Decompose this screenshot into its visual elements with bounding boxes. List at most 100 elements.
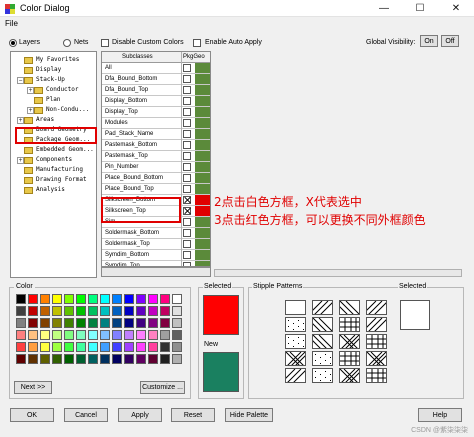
- stipple-pattern-grid[interactable]: [285, 300, 395, 384]
- palette-color-cell[interactable]: [148, 354, 158, 364]
- tree-item[interactable]: Manufacturing: [11, 165, 96, 175]
- palette-color-cell[interactable]: [136, 354, 146, 364]
- palette-color-cell[interactable]: [76, 342, 86, 352]
- tree-item[interactable]: − Stack-Up: [11, 75, 96, 85]
- stipple-pattern-swatch[interactable]: [366, 317, 387, 332]
- stipple-pattern-swatch[interactable]: [339, 368, 360, 383]
- palette-color-cell[interactable]: [100, 318, 110, 328]
- palette-color-cell[interactable]: [124, 294, 134, 304]
- layers-radio[interactable]: [9, 39, 17, 47]
- palette-color-cell[interactable]: [28, 330, 38, 340]
- subclass-visibility-checkbox[interactable]: [183, 185, 191, 193]
- palette-color-cell[interactable]: [16, 342, 26, 352]
- stipple-pattern-swatch[interactable]: [366, 351, 387, 366]
- palette-color-cell[interactable]: [160, 294, 170, 304]
- stipple-pattern-swatch[interactable]: [339, 334, 360, 349]
- tree-item[interactable]: + Components: [11, 155, 96, 165]
- subclass-color-swatch[interactable]: [195, 206, 210, 216]
- palette-color-cell[interactable]: [16, 354, 26, 364]
- expand-icon[interactable]: +: [17, 157, 24, 164]
- palette-color-cell[interactable]: [64, 318, 74, 328]
- palette-color-cell[interactable]: [172, 294, 182, 304]
- palette-color-cell[interactable]: [76, 354, 86, 364]
- palette-color-cell[interactable]: [64, 306, 74, 316]
- subclass-color-swatch[interactable]: [195, 129, 210, 139]
- palette-color-cell[interactable]: [136, 318, 146, 328]
- expand-icon[interactable]: +: [17, 117, 24, 124]
- subclass-visibility-checkbox[interactable]: [183, 64, 191, 72]
- palette-color-cell[interactable]: [112, 342, 122, 352]
- stipple-pattern-swatch[interactable]: [285, 368, 306, 383]
- subclass-visibility-checkbox[interactable]: [183, 196, 191, 204]
- palette-color-cell[interactable]: [16, 330, 26, 340]
- palette-color-cell[interactable]: [100, 306, 110, 316]
- stipple-pattern-swatch[interactable]: [285, 334, 306, 349]
- palette-color-cell[interactable]: [40, 342, 50, 352]
- subclass-visibility-checkbox[interactable]: [183, 75, 191, 83]
- subclass-color-swatch[interactable]: [195, 96, 210, 106]
- color-palette[interactable]: [16, 294, 185, 370]
- maximize-button[interactable]: ☐: [402, 0, 438, 17]
- stipple-pattern-swatch[interactable]: [366, 368, 387, 383]
- subclass-color-swatch[interactable]: [195, 162, 210, 172]
- subclass-visibility-checkbox[interactable]: [183, 152, 191, 160]
- subclass-color-swatch[interactable]: [195, 217, 210, 227]
- palette-color-cell[interactable]: [100, 294, 110, 304]
- stipple-pattern-swatch[interactable]: [339, 300, 360, 315]
- palette-color-cell[interactable]: [52, 318, 62, 328]
- subclass-visibility-checkbox[interactable]: [183, 130, 191, 138]
- tree-item[interactable]: Display: [11, 65, 96, 75]
- palette-color-cell[interactable]: [76, 330, 86, 340]
- subclass-visibility-checkbox[interactable]: [183, 163, 191, 171]
- palette-color-cell[interactable]: [160, 354, 170, 364]
- stipple-pattern-swatch[interactable]: [312, 351, 333, 366]
- palette-color-cell[interactable]: [40, 318, 50, 328]
- subclass-visibility-checkbox[interactable]: [183, 97, 191, 105]
- palette-color-cell[interactable]: [148, 318, 158, 328]
- tree-item[interactable]: + Areas: [11, 115, 96, 125]
- subclass-color-swatch[interactable]: [195, 118, 210, 128]
- palette-color-cell[interactable]: [112, 354, 122, 364]
- subclass-color-swatch[interactable]: [195, 85, 210, 95]
- subclass-color-swatch[interactable]: [195, 173, 210, 183]
- palette-color-cell[interactable]: [40, 354, 50, 364]
- subclass-color-swatch[interactable]: [195, 63, 210, 73]
- palette-color-cell[interactable]: [16, 294, 26, 304]
- stipple-pattern-swatch[interactable]: [285, 317, 306, 332]
- palette-color-cell[interactable]: [124, 354, 134, 364]
- palette-color-cell[interactable]: [148, 342, 158, 352]
- subclass-visibility-checkbox[interactable]: [183, 86, 191, 94]
- subclass-color-swatch[interactable]: [195, 239, 210, 249]
- palette-color-cell[interactable]: [64, 330, 74, 340]
- next-button[interactable]: Next >>: [14, 381, 52, 394]
- palette-color-cell[interactable]: [52, 330, 62, 340]
- tree-item[interactable]: + Conductor: [11, 85, 96, 95]
- layer-tree[interactable]: My Favorites Display − Stack-Up + Conductor Pl…: [10, 51, 97, 278]
- palette-color-cell[interactable]: [88, 354, 98, 364]
- subclass-color-swatch[interactable]: [195, 228, 210, 238]
- palette-color-cell[interactable]: [28, 306, 38, 316]
- hide-palette-button[interactable]: Hide Palette: [225, 408, 273, 422]
- subclass-color-swatch[interactable]: [195, 250, 210, 260]
- subclass-visibility-checkbox[interactable]: [183, 174, 191, 182]
- palette-color-cell[interactable]: [148, 294, 158, 304]
- stipple-pattern-swatch[interactable]: [366, 334, 387, 349]
- palette-color-cell[interactable]: [64, 294, 74, 304]
- stipple-pattern-swatch[interactable]: [312, 317, 333, 332]
- close-button[interactable]: ✕: [438, 0, 474, 17]
- palette-color-cell[interactable]: [136, 342, 146, 352]
- palette-color-cell[interactable]: [28, 318, 38, 328]
- palette-color-cell[interactable]: [88, 306, 98, 316]
- palette-color-cell[interactable]: [124, 330, 134, 340]
- subclass-color-swatch[interactable]: [195, 151, 210, 161]
- palette-color-cell[interactable]: [172, 318, 182, 328]
- enable-auto-apply-checkbox[interactable]: [193, 39, 201, 47]
- global-on-button[interactable]: On: [420, 35, 438, 47]
- apply-button[interactable]: Apply: [118, 408, 162, 422]
- palette-color-cell[interactable]: [40, 294, 50, 304]
- tree-item[interactable]: Drawing Format: [11, 175, 96, 185]
- palette-color-cell[interactable]: [124, 318, 134, 328]
- global-off-button[interactable]: Off: [441, 35, 459, 47]
- subclass-visibility-checkbox[interactable]: [183, 141, 191, 149]
- stipple-pattern-swatch[interactable]: [312, 368, 333, 383]
